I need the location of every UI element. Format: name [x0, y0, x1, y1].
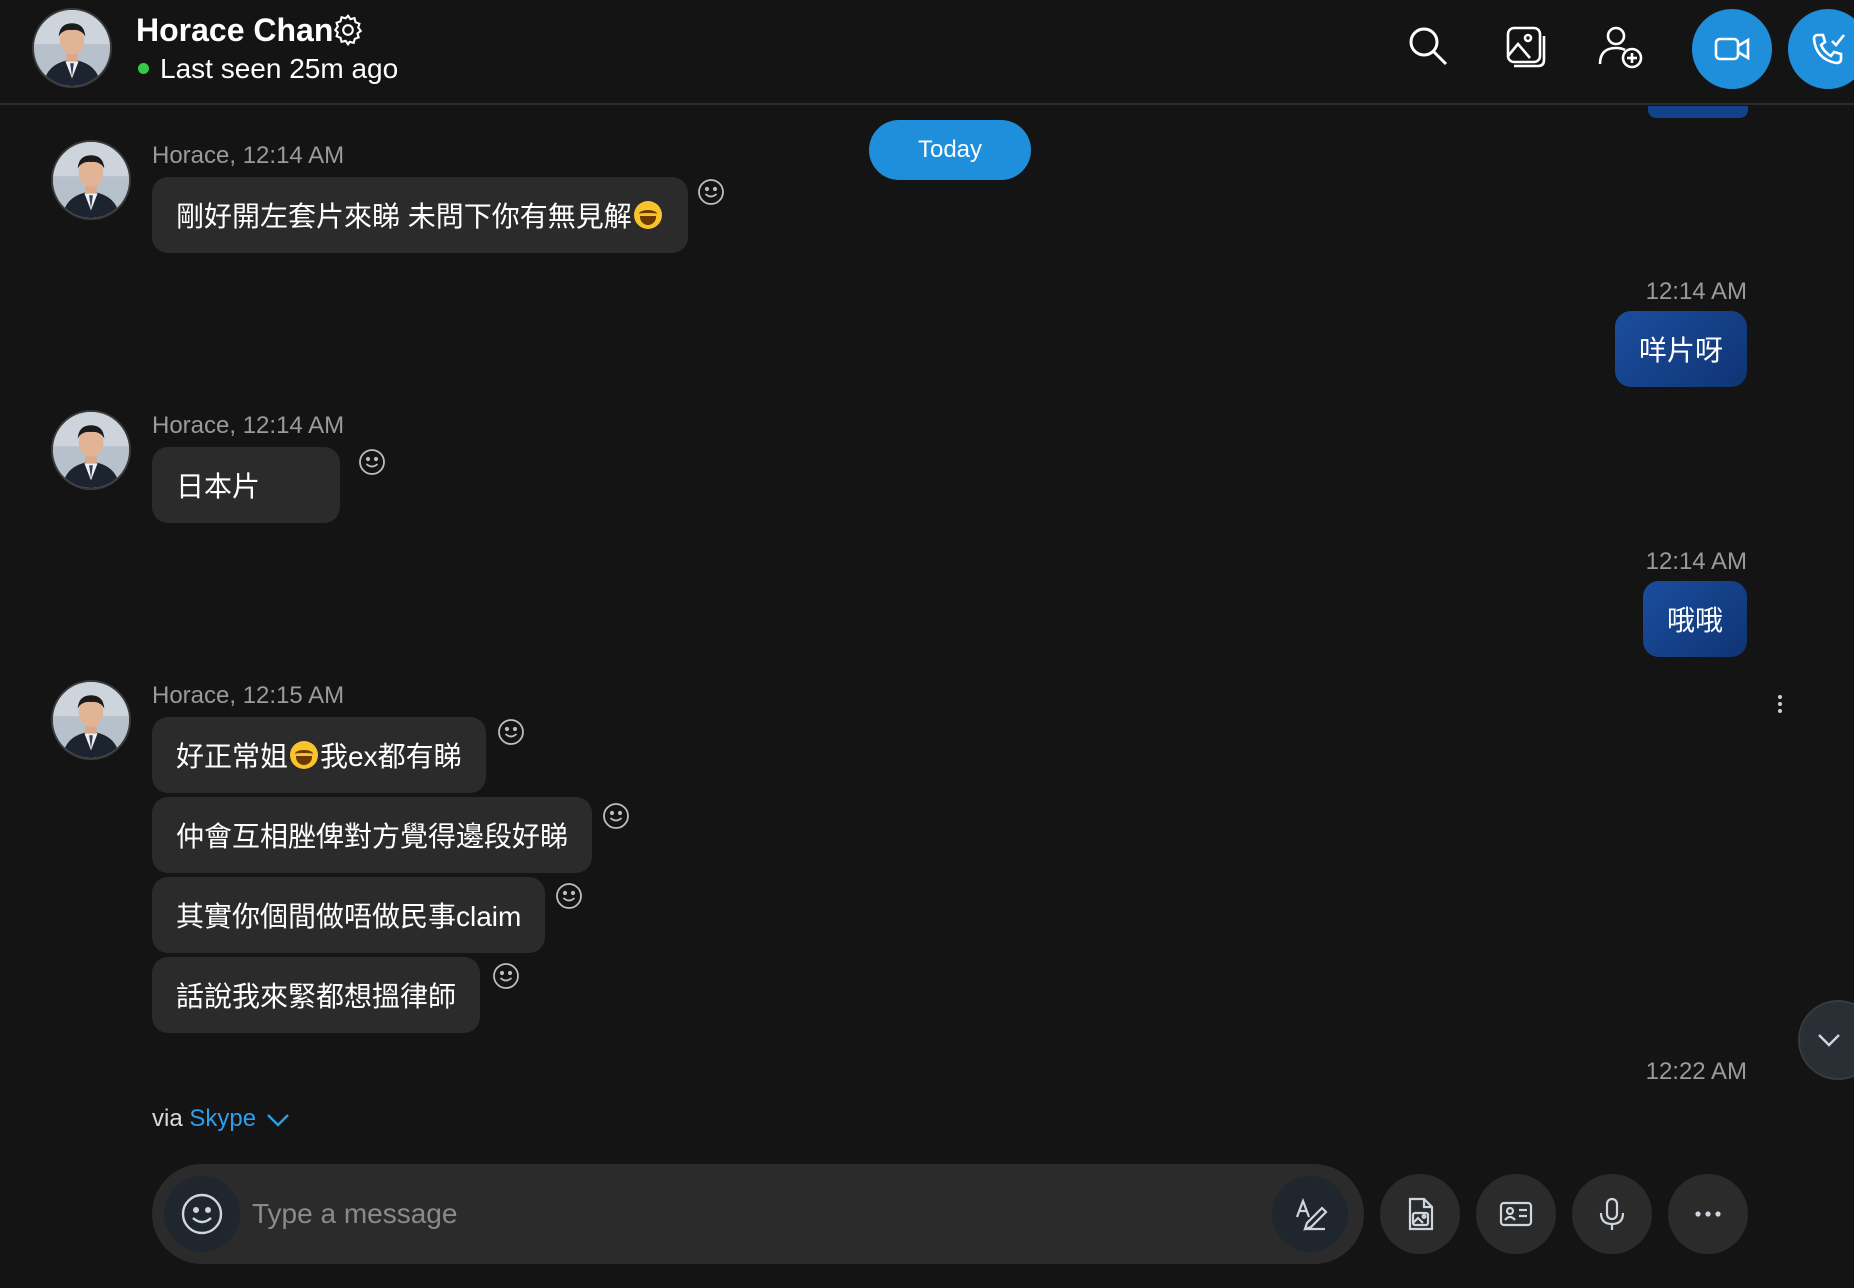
message-text: 日本片 [176, 471, 261, 502]
add-reaction-button[interactable] [357, 447, 387, 477]
sender-avatar-image [53, 142, 129, 218]
message-text: 好正常姐 [176, 741, 289, 772]
message-text: 剛好開左套片來睇 未問下你有無見解 [176, 201, 632, 232]
contact-avatar[interactable] [32, 8, 112, 88]
message-input[interactable] [252, 1184, 1252, 1244]
audio-call-icon [1812, 33, 1846, 65]
message-text: 其實你個間做唔做民事claim [176, 901, 522, 932]
sender-avatar-image [53, 412, 129, 488]
message-bubble[interactable]: 日本片 [152, 447, 340, 523]
add-reaction-button[interactable] [496, 717, 526, 747]
search-icon [1409, 27, 1448, 66]
sender-avatar-image [53, 682, 129, 758]
last-seen-status: Last seen 25m ago [160, 53, 399, 84]
emoji-picker-button[interactable] [164, 1176, 240, 1252]
via-prefix: via [152, 1105, 190, 1132]
skype-chat-window: Horace Chan Last seen 25m ago Today Hora… [0, 0, 1854, 1288]
settings-icon[interactable] [330, 12, 366, 48]
smiley-icon [498, 719, 524, 745]
add-reaction-button[interactable] [491, 961, 521, 991]
more-options-button[interactable] [1668, 1174, 1748, 1254]
video-call-icon [1714, 37, 1750, 61]
chat-header: Horace Chan Last seen 25m ago [0, 0, 1854, 105]
sender-avatar[interactable] [51, 410, 131, 490]
sender-avatar[interactable] [51, 680, 131, 760]
message-text: 咩片呀 [1638, 335, 1723, 366]
contact-card-icon [1499, 1201, 1533, 1227]
vertical-dots-icon [1778, 695, 1782, 713]
sender-timestamp: Horace, 12:15 AM [152, 682, 345, 709]
tears-of-joy-emoji-icon [290, 741, 319, 769]
file-upload-icon [1408, 1197, 1434, 1231]
skype-link[interactable]: Skype [189, 1105, 256, 1132]
smiley-icon [359, 449, 385, 475]
message-bubble[interactable]: 其實你個間做唔做民事claim [152, 877, 546, 953]
sender-timestamp: Horace, 12:14 AM [152, 142, 345, 169]
message-text: 我ex都有睇 [320, 741, 462, 772]
presence-indicator [136, 61, 151, 76]
previous-message-edge [1648, 106, 1748, 118]
message-bubble[interactable]: 仲會互相脞俾對方覺得邊段好睇 [152, 797, 593, 873]
via-skype-line: via Skype [152, 1105, 293, 1133]
audio-call-button[interactable] [1788, 9, 1854, 89]
smiley-icon [556, 883, 582, 909]
add-people-icon [1598, 26, 1643, 69]
sender-avatar[interactable] [51, 140, 131, 220]
add-reaction-button[interactable] [601, 801, 631, 831]
send-file-button[interactable] [1380, 1174, 1460, 1254]
add-people-button[interactable] [1596, 22, 1644, 70]
outgoing-timestamp: 12:14 AM [1645, 278, 1747, 305]
voice-message-button[interactable] [1572, 1174, 1652, 1254]
outgoing-message-bubble[interactable]: 哦哦 [1642, 581, 1747, 657]
add-reaction-button[interactable] [554, 881, 584, 911]
sender-timestamp: Horace, 12:14 AM [152, 412, 345, 439]
smiley-icon [493, 963, 519, 989]
emoji-icon [181, 1193, 223, 1235]
contact-avatar-image [34, 10, 110, 86]
message-text: 哦哦 [1666, 605, 1723, 636]
more-icon [1695, 1211, 1721, 1217]
contact-name[interactable]: Horace Chan [136, 12, 333, 49]
chevron-down-icon [1818, 1034, 1840, 1047]
chevron-down-icon[interactable] [263, 1110, 293, 1130]
smiley-icon [603, 803, 629, 829]
gallery-button[interactable] [1500, 22, 1548, 70]
message-text: 仲會互相脞俾對方覺得邊段好睇 [176, 821, 569, 852]
format-text-button[interactable] [1272, 1176, 1348, 1252]
scroll-to-bottom-button[interactable] [1798, 1000, 1854, 1080]
video-call-button[interactable] [1692, 9, 1772, 89]
add-reaction-button[interactable] [696, 177, 726, 207]
microphone-icon [1599, 1197, 1625, 1230]
gallery-icon [1506, 26, 1546, 68]
message-options-button[interactable] [1774, 692, 1786, 716]
last-message-timestamp: 12:22 AM [1645, 1058, 1747, 1085]
tears-of-joy-emoji-icon [633, 201, 662, 229]
format-text-icon [1295, 1197, 1328, 1231]
outgoing-timestamp: 12:14 AM [1645, 548, 1747, 575]
smiley-icon [698, 179, 724, 205]
search-button[interactable] [1404, 22, 1452, 70]
date-divider[interactable]: Today [869, 120, 1031, 180]
send-contact-button[interactable] [1476, 1174, 1556, 1254]
message-bubble[interactable]: 話說我來緊都想搵律師 [152, 957, 481, 1033]
message-bubble[interactable]: 剛好開左套片來睇 未問下你有無見解 [152, 177, 688, 253]
message-text: 話說我來緊都想搵律師 [176, 981, 457, 1012]
outgoing-message-bubble[interactable]: 咩片呀 [1614, 311, 1747, 387]
message-composer [152, 1164, 1364, 1264]
message-bubble[interactable]: 好正常姐 我ex都有睇 [152, 717, 486, 793]
